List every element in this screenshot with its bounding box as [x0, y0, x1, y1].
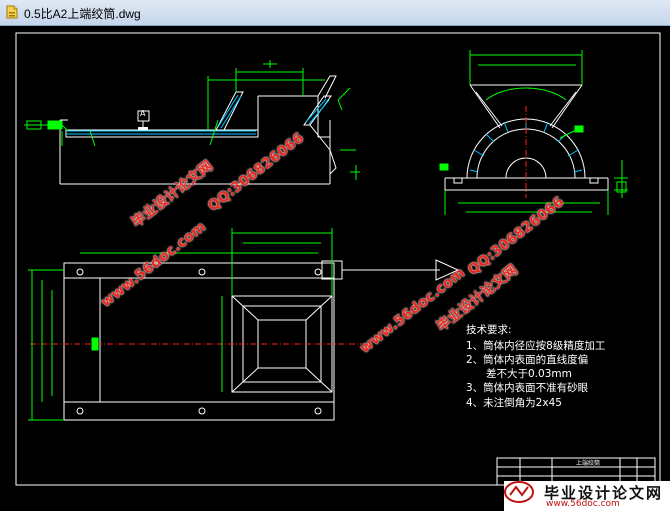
tech-item-3: 3、筒体内表面不准有砂眼: [466, 382, 589, 394]
section-dimensions: [24, 60, 360, 180]
window-title: 0.5比A2上端绞筒.dwg: [24, 7, 141, 21]
cad-drawing: [15, 32, 661, 486]
drawing-canvas[interactable]: A 技术要求: 1、筒体内径应按8级精度加工 2、筒体内表面的直线度偏 差不大于…: [0, 26, 670, 511]
datum-label: A: [140, 109, 146, 118]
title-block-name: 上端绞筒: [576, 460, 601, 467]
logo-emblem-icon: [504, 481, 534, 503]
tech-item-2-cont: 差不大于0.03mm: [486, 368, 572, 380]
window-titlebar: 0.5比A2上端绞筒.dwg: [0, 0, 670, 26]
dwg-file-icon: [6, 5, 18, 19]
section-hatch: [66, 94, 330, 135]
plan-view-dimensions: [28, 228, 333, 421]
tech-item-1: 1、筒体内径应按8级精度加工: [466, 340, 606, 352]
tech-title: 技术要求:: [466, 324, 512, 336]
site-logo: 毕业设计论文网 www.56doc.com: [504, 481, 670, 511]
tech-item-4: 4、未注倒角为2x45: [466, 397, 562, 409]
logo-url-text: www.56doc.com: [546, 499, 620, 509]
tech-item-2: 2、筒体内表面的直线度偏: [466, 354, 589, 366]
